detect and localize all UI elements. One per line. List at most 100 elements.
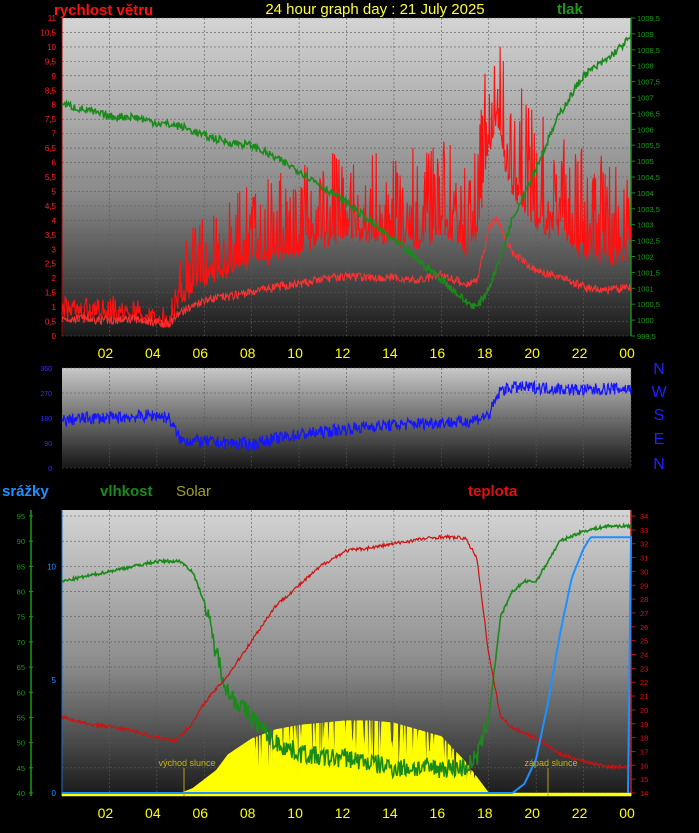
right-tick-label: 1006,5 bbox=[637, 109, 660, 118]
temperature-tick-label: 21 bbox=[640, 692, 648, 701]
right-tick-label: 1008 bbox=[637, 62, 654, 71]
direction-tick-label: 90 bbox=[44, 441, 52, 448]
temperature-label: teplota bbox=[468, 483, 518, 500]
x-tick-label: 22 bbox=[572, 345, 588, 361]
left-tick-label: 0 bbox=[52, 332, 57, 341]
compass-w: W bbox=[651, 384, 667, 401]
sunrise-label: východ slunce bbox=[158, 758, 215, 768]
temperature-tick-label: 17 bbox=[640, 747, 648, 756]
x-tick-label: 12 bbox=[335, 345, 351, 361]
humidity-tick-label: 75 bbox=[17, 613, 25, 622]
x-tick-label: 10 bbox=[287, 345, 303, 361]
temperature-tick-label: 33 bbox=[640, 526, 648, 535]
x-tick-label: 00 bbox=[619, 345, 635, 361]
solar-label: Solar bbox=[176, 483, 211, 500]
left-tick-label: 6,5 bbox=[45, 144, 57, 153]
x-tick-label: 04 bbox=[145, 345, 161, 361]
compass-s: S bbox=[654, 407, 665, 424]
right-tick-label: 1005,5 bbox=[637, 141, 660, 150]
right-tick-label: 1007,5 bbox=[637, 78, 660, 87]
temperature-tick-label: 27 bbox=[640, 609, 648, 618]
right-tick-label: 1001,5 bbox=[637, 268, 660, 277]
right-tick-label: 1000 bbox=[637, 316, 654, 325]
x-tick-label: 22 bbox=[572, 805, 588, 821]
temperature-tick-label: 22 bbox=[640, 678, 648, 687]
right-tick-label: 1001 bbox=[637, 284, 654, 293]
humidity-tick-label: 65 bbox=[17, 663, 25, 672]
left-tick-label: 4,5 bbox=[45, 202, 57, 211]
temperature-tick-label: 25 bbox=[640, 637, 648, 646]
x-tick-label: 06 bbox=[192, 805, 208, 821]
temperature-tick-label: 19 bbox=[640, 720, 648, 729]
x-tick-label: 18 bbox=[477, 805, 493, 821]
x-tick-label: 16 bbox=[430, 805, 446, 821]
right-tick-label: 1003 bbox=[637, 221, 654, 230]
left-tick-label: 9,5 bbox=[45, 57, 57, 66]
humidity-tick-label: 40 bbox=[17, 789, 25, 798]
title: 24 hour graph day : 21 July 2025 bbox=[265, 1, 484, 18]
left-tick-label: 1,5 bbox=[45, 289, 57, 298]
pressure-label: tlak bbox=[557, 1, 584, 18]
left-tick-label: 5,5 bbox=[45, 173, 57, 182]
right-tick-label: 1004 bbox=[637, 189, 654, 198]
rain-tick-label: 5 bbox=[52, 676, 57, 685]
x-tick-label: 16 bbox=[430, 345, 446, 361]
x-tick-label: 08 bbox=[240, 805, 256, 821]
left-tick-label: 6 bbox=[52, 159, 57, 168]
temperature-tick-label: 31 bbox=[640, 554, 648, 563]
direction-tick-label: 360 bbox=[40, 366, 52, 373]
left-tick-label: 9 bbox=[52, 72, 57, 81]
right-tick-label: 1008,5 bbox=[637, 46, 660, 55]
humidity-tick-label: 85 bbox=[17, 562, 25, 571]
x-tick-label: 06 bbox=[192, 345, 208, 361]
left-tick-label: 7,5 bbox=[45, 115, 57, 124]
x-tick-label: 18 bbox=[477, 345, 493, 361]
rain-label: srážky bbox=[2, 483, 49, 500]
temperature-tick-label: 29 bbox=[640, 581, 648, 590]
right-tick-label: 1004,5 bbox=[637, 173, 660, 182]
x-tick-label: 02 bbox=[98, 805, 114, 821]
temperature-tick-label: 23 bbox=[640, 664, 648, 673]
left-tick-label: 8 bbox=[52, 101, 57, 110]
rain-tick-label: 0 bbox=[52, 789, 57, 798]
humidity-tick-label: 45 bbox=[17, 764, 25, 773]
left-tick-label: 1 bbox=[52, 303, 57, 312]
temperature-tick-label: 34 bbox=[640, 512, 648, 521]
x-tick-label: 20 bbox=[524, 345, 540, 361]
temperature-tick-label: 32 bbox=[640, 540, 648, 549]
left-tick-label: 3 bbox=[52, 245, 57, 254]
x-tick-label: 00 bbox=[619, 805, 635, 821]
temperature-tick-label: 18 bbox=[640, 734, 648, 743]
compass-e: E bbox=[654, 431, 665, 448]
temperature-tick-label: 20 bbox=[640, 706, 648, 715]
humidity-tick-label: 80 bbox=[17, 588, 25, 597]
x-tick-label: 08 bbox=[240, 345, 256, 361]
left-tick-label: 2,5 bbox=[45, 260, 57, 269]
x-tick-label: 20 bbox=[524, 805, 540, 821]
right-tick-label: 1003,5 bbox=[637, 205, 660, 214]
humidity-tick-label: 95 bbox=[17, 512, 25, 521]
left-tick-label: 2 bbox=[52, 274, 57, 283]
right-tick-label: 1007 bbox=[637, 94, 654, 103]
temperature-tick-label: 28 bbox=[640, 595, 648, 604]
right-tick-label: 999,5 bbox=[637, 332, 656, 341]
humidity-tick-label: 70 bbox=[17, 638, 25, 647]
humidity-tick-label: 90 bbox=[17, 537, 25, 546]
x-tick-label: 10 bbox=[287, 805, 303, 821]
humidity-tick-label: 50 bbox=[17, 739, 25, 748]
right-tick-label: 1000,5 bbox=[637, 300, 660, 309]
temperature-tick-label: 24 bbox=[640, 651, 648, 660]
left-tick-label: 3,5 bbox=[45, 231, 57, 240]
right-tick-label: 1009,5 bbox=[637, 14, 660, 23]
temperature-tick-label: 14 bbox=[640, 789, 648, 798]
left-tick-label: 7 bbox=[52, 130, 57, 139]
left-tick-label: 0,5 bbox=[45, 318, 57, 327]
right-tick-label: 1002,5 bbox=[637, 237, 660, 246]
left-tick-label: 10,5 bbox=[40, 28, 56, 37]
left-tick-label: 8,5 bbox=[45, 86, 57, 95]
left-tick-label: 5 bbox=[52, 187, 57, 196]
x-tick-label: 02 bbox=[98, 345, 114, 361]
x-tick-label: 14 bbox=[382, 805, 398, 821]
left-tick-label: 11 bbox=[48, 14, 57, 23]
right-tick-label: 1009 bbox=[637, 30, 654, 39]
